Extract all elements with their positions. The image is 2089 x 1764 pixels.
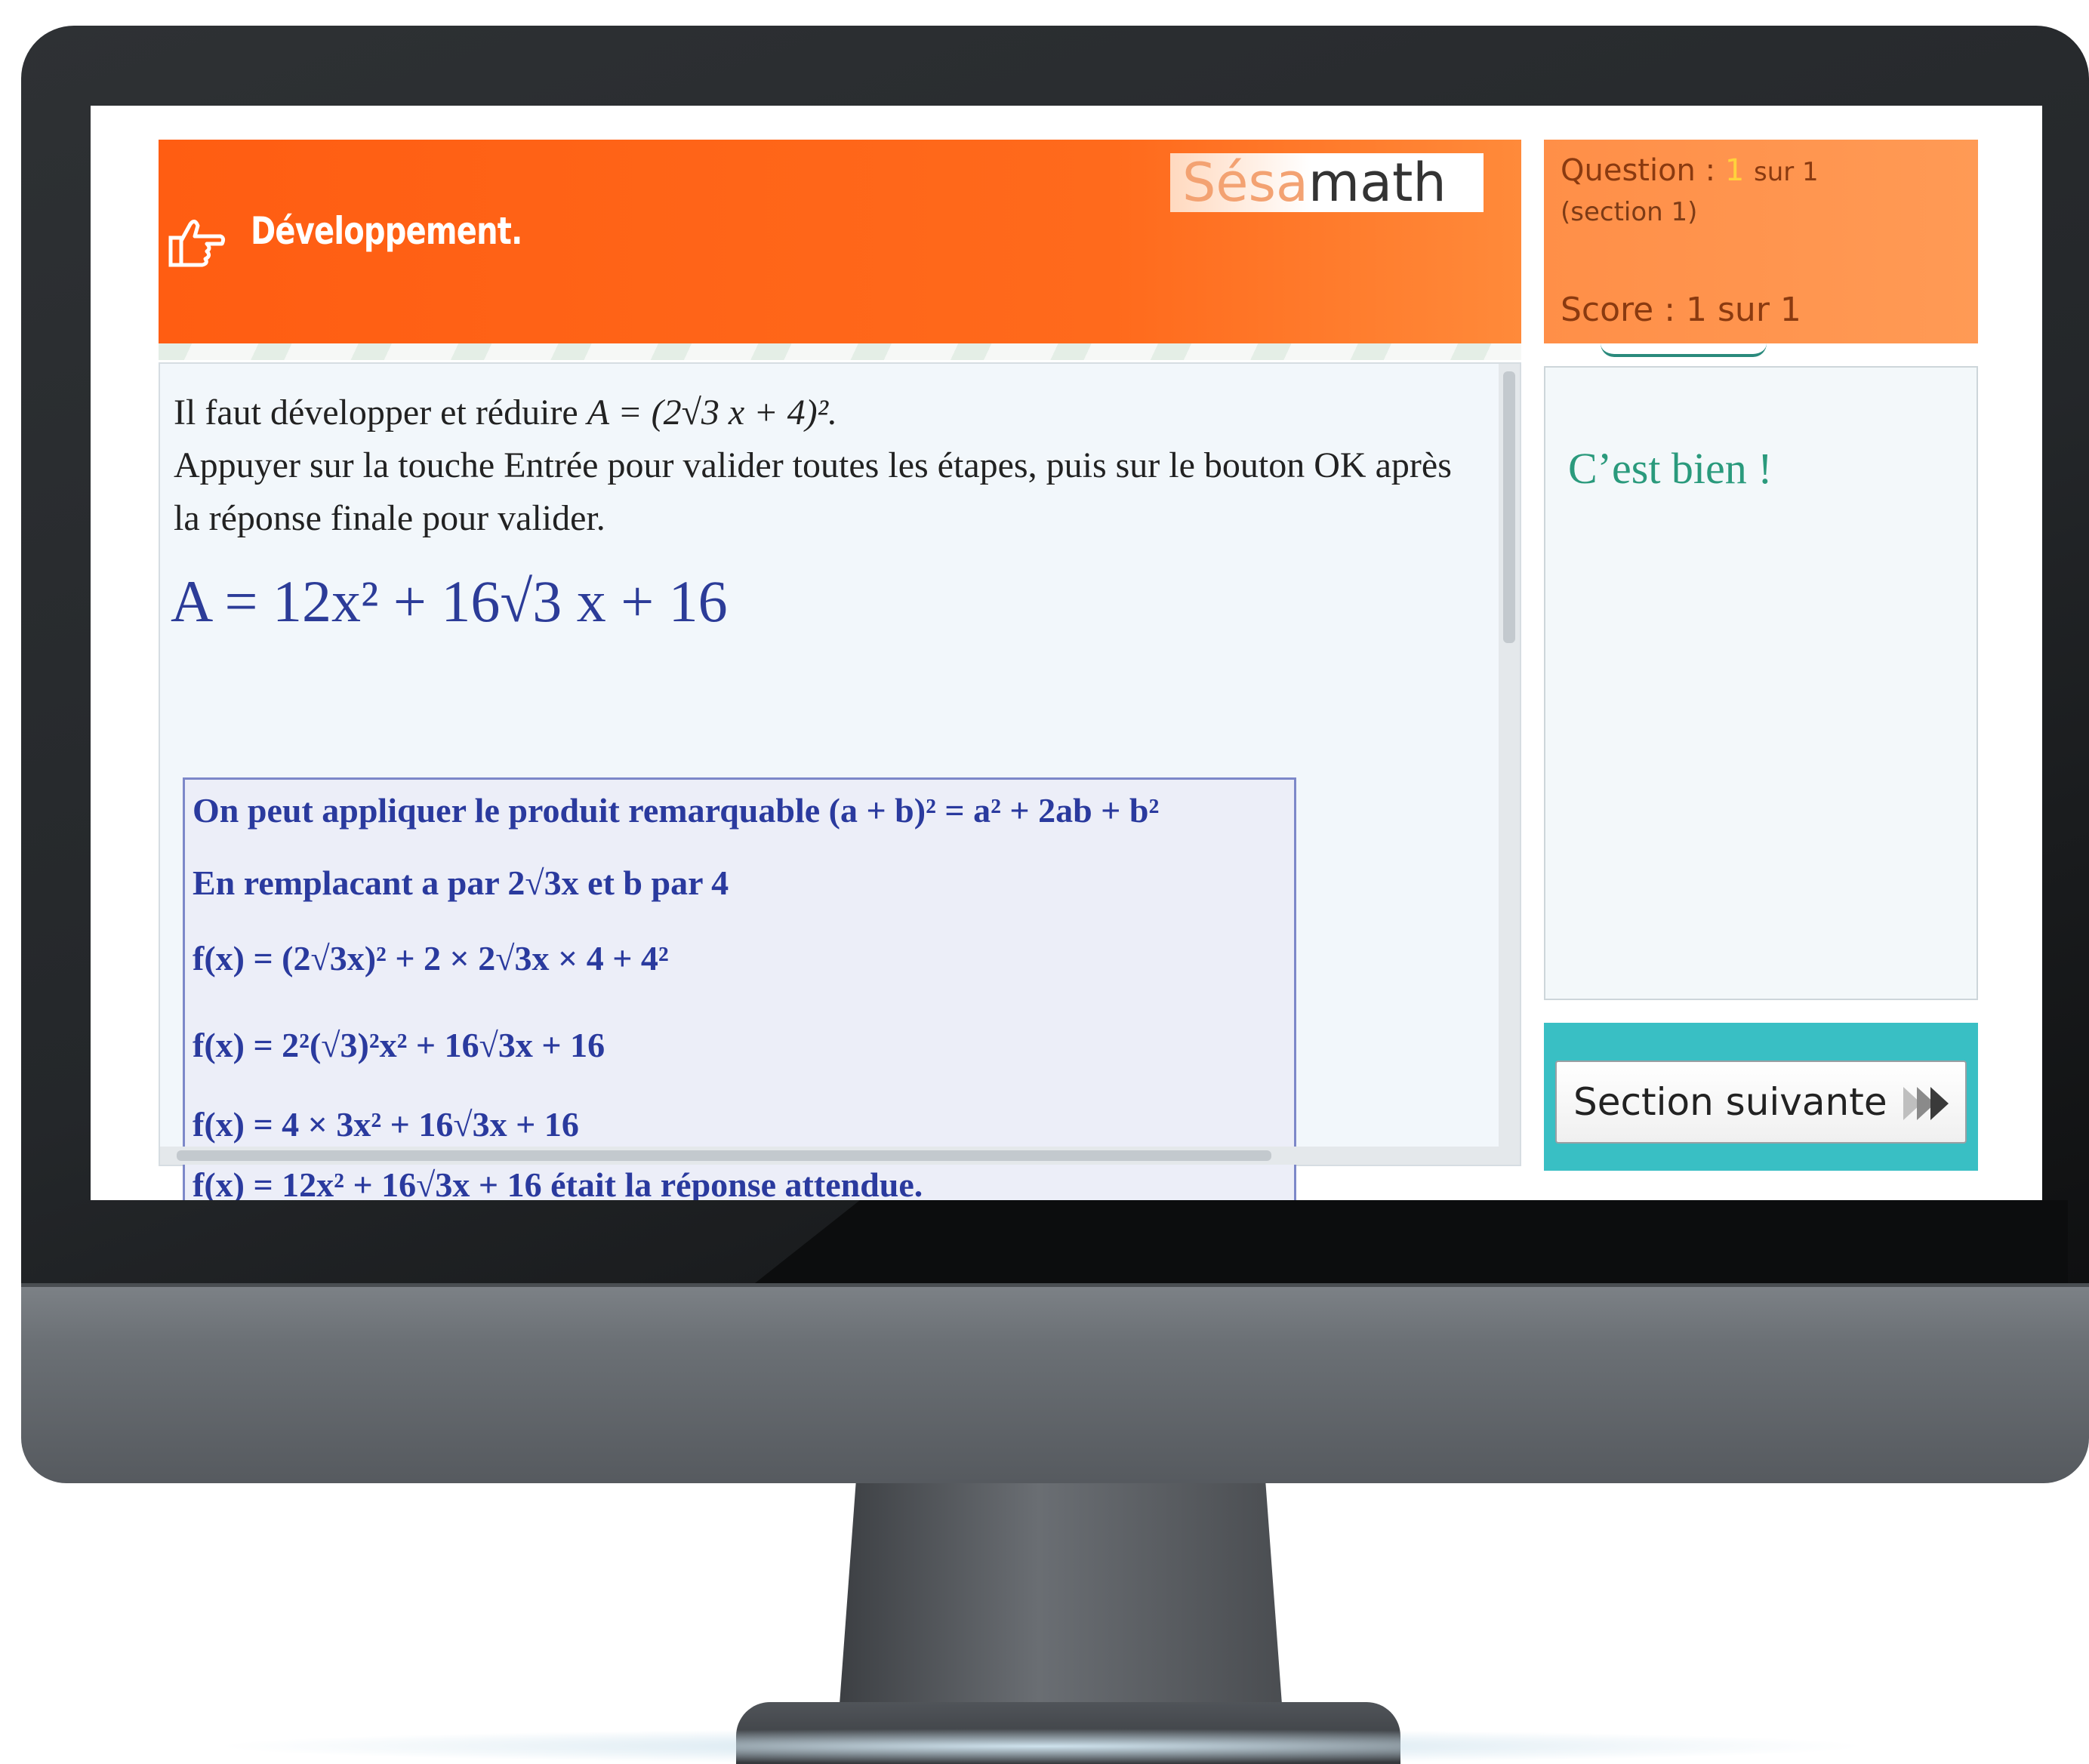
correction-box: On peut appliquer le produit remarquable… [183, 777, 1296, 1200]
instruction-expression: A = (2√3 x + 4)². [587, 393, 837, 433]
correction-line-3: f(x) = (2√3x)² + 2 × 2√3x × 4 + 4² [193, 939, 669, 977]
vertical-scroll-thumb[interactable] [1503, 371, 1515, 643]
next-section-label: Section suivante [1573, 1080, 1887, 1124]
correction-line-5: f(x) = 4 × 3x² + 16√3x + 16 [193, 1105, 579, 1144]
exercise-header: Développement. Sésamath [159, 140, 1521, 343]
question-number: 1 [1724, 153, 1745, 188]
monitor-stand-neck [838, 1483, 1283, 1725]
correction-line-1: On peut appliquer le produit remarquable… [193, 791, 1160, 830]
score-label: Score : 1 sur 1 [1561, 291, 1801, 329]
chin-edge [21, 1283, 2089, 1287]
sesamath-logo: Sésamath [1170, 153, 1484, 212]
next-section-button[interactable]: Section suivante [1555, 1061, 1967, 1144]
instructions: Il faut développer et réduire A = (2√3 x… [174, 386, 1472, 545]
exercise-title: Développement. [251, 209, 522, 253]
exercise-panel: Il faut développer et réduire A = (2√3 x… [159, 362, 1521, 1200]
screen: Développement. Sésamath Question : 1 sur… [91, 106, 2042, 1200]
correction-line-2: En remplacant a par 2√3x et b par 4 [193, 864, 729, 902]
horizontal-scrollbar[interactable] [160, 1147, 1520, 1165]
horizontal-scroll-thumb[interactable] [177, 1150, 1271, 1161]
decorative-band [159, 343, 1521, 360]
feedback-panel: C’est bien ! [1544, 366, 1978, 1000]
question-counter: Question : 1 sur 1 [1561, 153, 1819, 188]
monitor-chin [21, 1283, 2089, 1483]
bezel-shadow [755, 1200, 2068, 1283]
section-label: (section 1) [1561, 197, 1698, 227]
progress-panel: Question : 1 sur 1 (section 1) Score : 1… [1544, 140, 1978, 343]
validation-instructions: Appuyer sur la touche Entrée pour valide… [174, 445, 1452, 538]
submitted-answer: A = 12x² + 16√3 x + 16 [171, 568, 728, 634]
feedback-message: C’est bien ! [1568, 444, 1773, 493]
pointing-hand-icon [168, 220, 226, 267]
correction-line-4: f(x) = 2²(√3)²x² + 16√3x + 16 [193, 1026, 605, 1064]
navigation-panel: Section suivante [1544, 1023, 1978, 1171]
correction-line-6: f(x) = 12x² + 16√3x + 16 était la répons… [193, 1165, 923, 1200]
double-chevron-right-icon [1903, 1087, 1949, 1120]
floor-reflection [211, 1729, 1872, 1764]
vertical-scrollbar[interactable] [1499, 364, 1520, 1165]
decorative-curve [1601, 343, 1767, 357]
instruction-line: Il faut développer et réduire A = (2√3 x… [174, 393, 837, 433]
